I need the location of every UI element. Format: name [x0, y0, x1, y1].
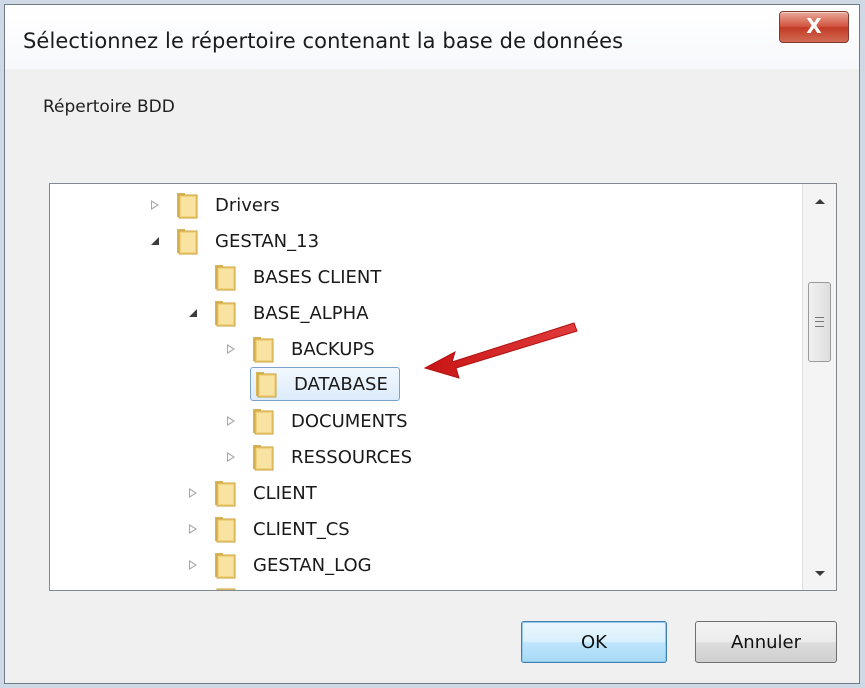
folder-icon — [212, 584, 238, 590]
tree-node-label: BACKUPS — [291, 338, 375, 360]
tree-node-label: BASE_ALPHA — [253, 302, 369, 324]
cancel-button[interactable]: Annuler — [695, 621, 837, 663]
expand-icon[interactable] — [186, 522, 200, 536]
scroll-down-button[interactable] — [803, 556, 836, 590]
collapse-icon[interactable] — [186, 306, 200, 320]
grip-icon — [815, 317, 824, 327]
arrow-down-icon — [814, 570, 825, 576]
folder-icon — [212, 262, 238, 292]
folder-icon — [174, 190, 200, 220]
tree-node-label: GESTAN_LOG — [253, 554, 372, 576]
tree-node-label: DOCUMENTS — [291, 410, 408, 432]
tree-node-label: RESSOURCES — [291, 446, 413, 468]
no-toggle-spacer — [186, 270, 200, 284]
no-toggle-spacer — [224, 377, 238, 391]
tree-node-label: CLIENT — [253, 482, 317, 504]
tree-node-partial — [212, 584, 248, 590]
folder-icon — [250, 442, 276, 472]
tree-node-label: Drivers — [215, 194, 280, 216]
directory-label: Répertoire BDD — [43, 97, 175, 117]
selection-highlight: DATABASE — [250, 367, 400, 401]
tree-node-database[interactable]: DATABASE — [224, 367, 400, 401]
title-bar: Sélectionnez le répertoire contenant la … — [5, 5, 859, 69]
tree-node-backups[interactable]: BACKUPS — [224, 334, 380, 364]
scroll-thumb[interactable] — [808, 282, 831, 362]
folder-browser-dialog: Sélectionnez le répertoire contenant la … — [4, 4, 860, 684]
folder-icon — [212, 478, 238, 508]
expand-icon[interactable] — [148, 198, 162, 212]
tree-node-gestan-log[interactable]: GESTAN_LOG — [186, 550, 377, 580]
tree-viewport: Drivers GESTAN_13 BASES CLIENT BASE_ALPH… — [50, 184, 800, 590]
folder-icon — [212, 514, 238, 544]
tree-node-label: BASES CLIENT — [253, 266, 382, 288]
tree-node-label: CLIENT_CS — [253, 518, 350, 540]
tree-node-client-cs[interactable]: CLIENT_CS — [186, 514, 355, 544]
folder-icon — [250, 406, 276, 436]
collapse-icon[interactable] — [148, 234, 162, 248]
tree-node-client[interactable]: CLIENT — [186, 478, 322, 508]
folder-icon — [253, 369, 279, 399]
folder-icon — [212, 298, 238, 328]
tree-node-gestan-13[interactable]: GESTAN_13 — [148, 226, 324, 256]
tree-node-documents[interactable]: DOCUMENTS — [224, 406, 413, 436]
tree-node-drivers[interactable]: Drivers — [148, 190, 285, 220]
arrow-up-icon — [814, 198, 825, 204]
folder-icon — [212, 550, 238, 580]
tree-node-label: GESTAN_13 — [215, 230, 320, 252]
scroll-up-button[interactable] — [803, 184, 836, 218]
expand-icon[interactable] — [186, 558, 200, 572]
expand-icon[interactable] — [224, 450, 238, 464]
ok-button[interactable]: OK — [521, 621, 667, 663]
expand-icon[interactable] — [224, 414, 238, 428]
tree-node-label: DATABASE — [294, 373, 388, 395]
folder-icon — [174, 226, 200, 256]
tree-node-base-alpha[interactable]: BASE_ALPHA — [186, 298, 374, 328]
folder-tree[interactable]: Drivers GESTAN_13 BASES CLIENT BASE_ALPH… — [49, 183, 837, 591]
expand-icon[interactable] — [186, 486, 200, 500]
expand-icon[interactable] — [224, 342, 238, 356]
vertical-scrollbar[interactable] — [802, 184, 836, 590]
tree-node-bases-client[interactable]: BASES CLIENT — [186, 262, 386, 292]
window-title: Sélectionnez le répertoire contenant la … — [23, 29, 624, 53]
tree-node-ressources[interactable]: RESSOURCES — [224, 442, 417, 472]
folder-icon — [250, 334, 276, 364]
close-button[interactable]: X — [779, 11, 849, 43]
